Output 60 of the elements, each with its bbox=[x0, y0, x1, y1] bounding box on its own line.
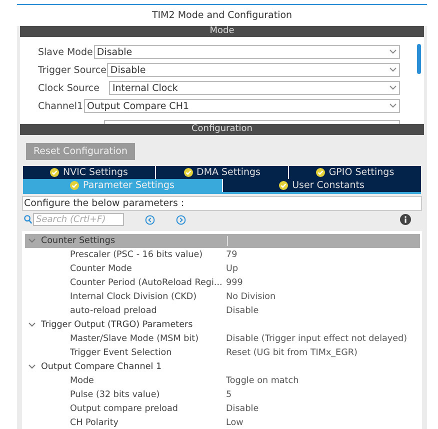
parameter-value[interactable]: Up bbox=[226, 264, 238, 274]
parameter-name: Counter Period (AutoReload Regi... bbox=[70, 278, 224, 288]
field-label: Clock Source bbox=[38, 82, 100, 94]
check-circle-icon bbox=[184, 168, 192, 177]
check-circle-icon bbox=[50, 168, 59, 177]
parameter-value[interactable]: Low bbox=[226, 418, 244, 428]
tab[interactable]: GPIO Settings bbox=[289, 166, 421, 179]
parameter-value[interactable]: Reset (UG bit from TIMx_EGR) bbox=[226, 348, 358, 358]
parameter-name: Prescaler (PSC - 16 bits value) bbox=[70, 250, 204, 260]
check-circle-icon bbox=[70, 181, 80, 190]
chevron-down-icon bbox=[389, 67, 397, 73]
dropdown[interactable]: Internal Clock bbox=[109, 81, 400, 95]
parameter-name: Output compare preload bbox=[70, 404, 179, 414]
parameter-name: Pulse (32 bits value) bbox=[70, 390, 161, 400]
window-title: TIM2 Mode and Configuration bbox=[17, 5, 427, 26]
parameter-name: Trigger Event Selection bbox=[70, 348, 173, 358]
search-field[interactable]: Search (Crtl+F) bbox=[33, 213, 124, 226]
parameter-value[interactable]: Disable (Trigger input effect not delayed) bbox=[226, 334, 408, 344]
dropdown[interactable]: Disable bbox=[94, 45, 400, 59]
chevron-down-icon bbox=[28, 322, 36, 328]
tab[interactable]: User Constants bbox=[222, 179, 421, 192]
section-header: Configuration bbox=[20, 124, 424, 135]
parameter-name: Internal Clock Division (CKD) bbox=[70, 292, 198, 302]
search-icon bbox=[24, 215, 32, 224]
chevron-down-icon bbox=[389, 49, 397, 55]
chevron-down-icon bbox=[28, 364, 36, 370]
chevron-down-icon bbox=[28, 238, 36, 244]
parameter-name: CH Polarity bbox=[70, 418, 120, 428]
field-label: Trigger Source bbox=[38, 64, 106, 76]
tab[interactable]: DMA Settings bbox=[156, 166, 289, 179]
parameter-value[interactable]: No Division bbox=[226, 292, 276, 302]
dropdown[interactable]: Output Compare CH1 bbox=[84, 99, 400, 113]
parameter-value[interactable]: 79 bbox=[226, 250, 238, 260]
tab[interactable]: NVIC Settings bbox=[23, 166, 156, 179]
parameter-value[interactable]: 999 bbox=[226, 278, 243, 288]
parameter-value[interactable]: Disable bbox=[226, 404, 259, 414]
parameter-value[interactable]: Disable bbox=[226, 306, 259, 316]
tree-row-highlight[interactable]: Counter Settings bbox=[25, 234, 420, 248]
tree-group-label[interactable]: Counter Settings bbox=[41, 236, 228, 246]
dropdown[interactable]: Disable bbox=[107, 63, 400, 77]
previous-icon[interactable] bbox=[145, 214, 155, 224]
check-circle-icon bbox=[316, 168, 325, 177]
check-circle-icon bbox=[279, 181, 288, 190]
field-label: Slave Mode bbox=[38, 46, 93, 58]
parameter-name: Mode bbox=[70, 376, 95, 386]
tree-group-label[interactable]: Output Compare Channel 1 bbox=[41, 362, 227, 372]
chevron-down-icon bbox=[389, 103, 397, 109]
field-label: Channel1 bbox=[38, 100, 84, 112]
chevron-down-icon bbox=[389, 85, 397, 91]
parameter-name: Counter Mode bbox=[70, 264, 133, 274]
parameter-value[interactable]: Toggle on match bbox=[226, 376, 299, 386]
info-icon bbox=[400, 214, 411, 225]
scrollbar-thumb[interactable] bbox=[417, 44, 421, 74]
parameter-value[interactable]: 5 bbox=[226, 390, 232, 400]
tree-group-label[interactable]: Trigger Output (TRGO) Parameters bbox=[41, 320, 227, 330]
instruction-text: Configure the below parameters : bbox=[22, 196, 422, 211]
section-header: Mode bbox=[20, 26, 424, 37]
parameter-name: auto-reload preload bbox=[70, 306, 158, 316]
parameter-name: Master/Slave Mode (MSM bit) bbox=[70, 334, 200, 344]
next-icon[interactable] bbox=[176, 214, 186, 224]
